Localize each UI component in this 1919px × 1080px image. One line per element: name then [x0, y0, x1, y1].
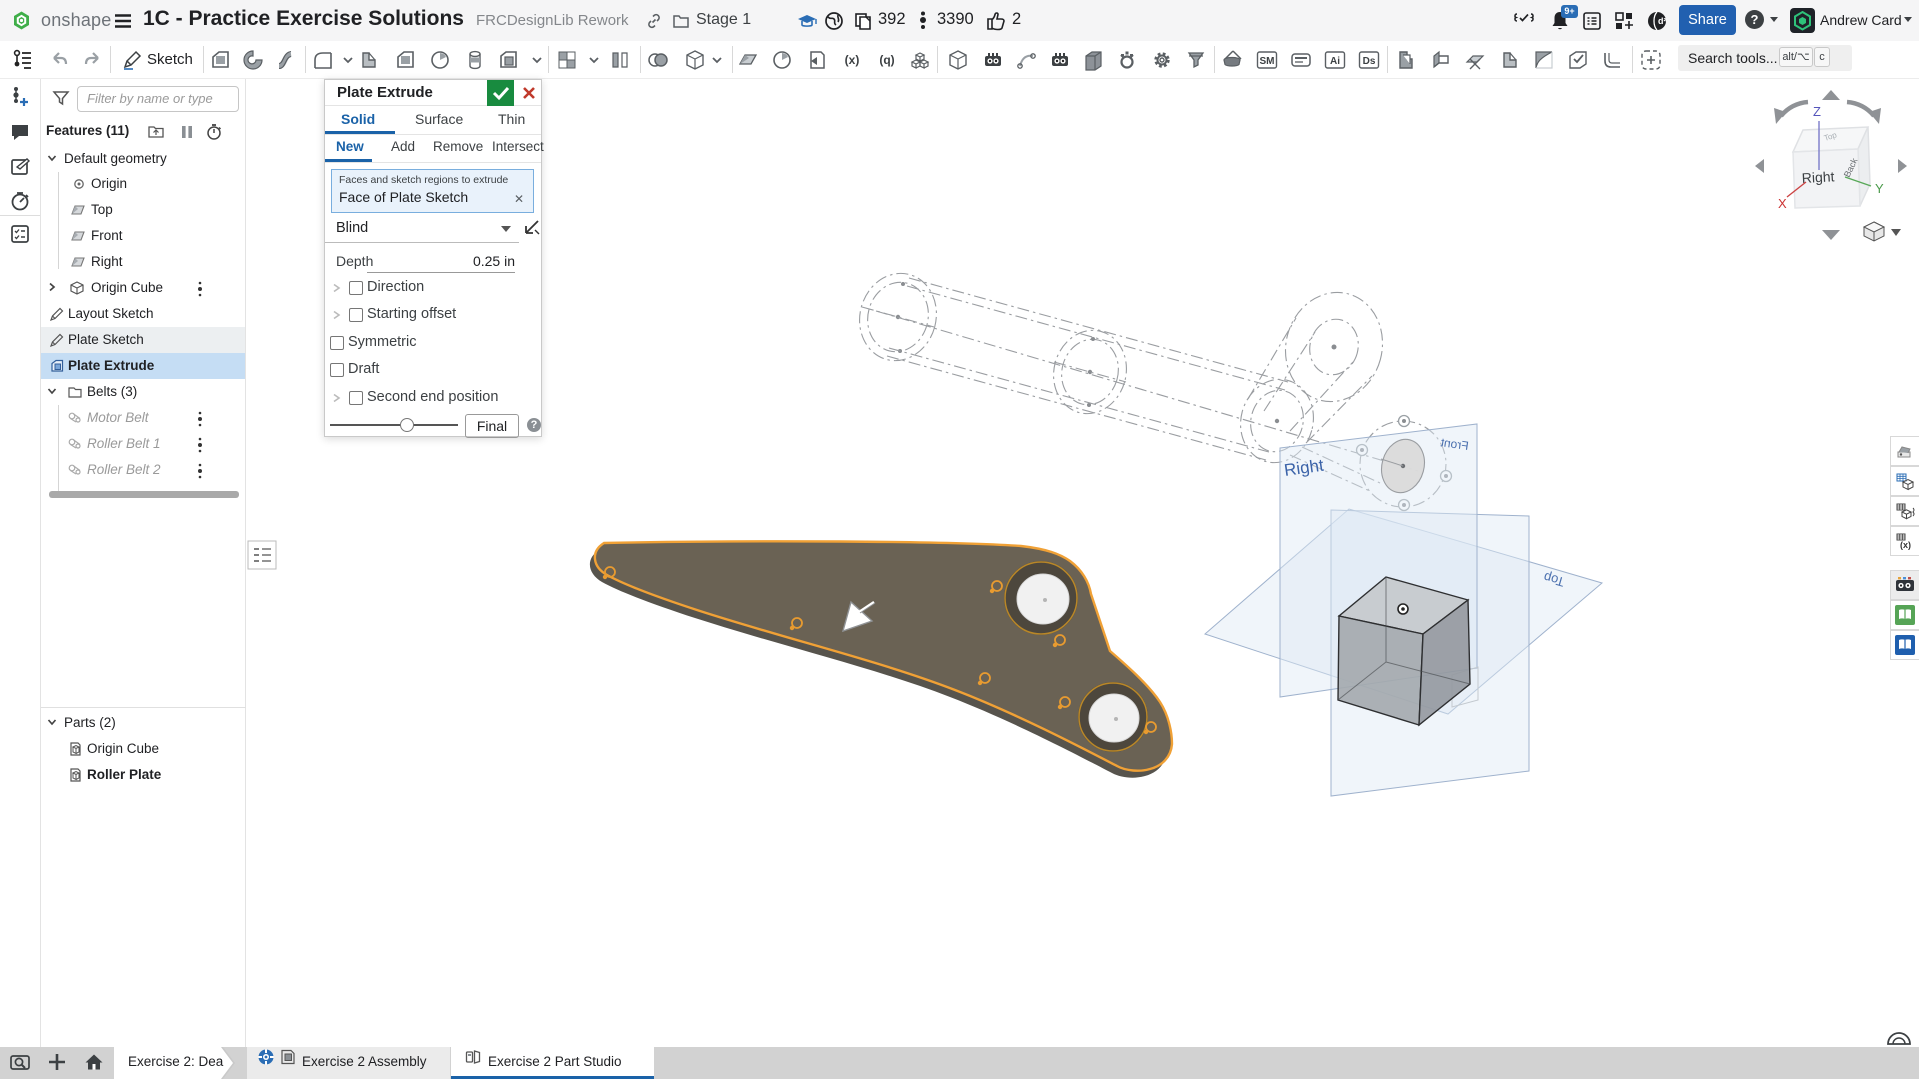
svg-text:(q): (q) — [879, 53, 894, 67]
svg-text:(x): (x) — [845, 53, 860, 67]
svg-text:SM: SM — [1260, 56, 1275, 67]
svg-text:Ai: Ai — [1330, 56, 1340, 67]
svg-text:Right: Right — [1801, 168, 1835, 186]
svg-text:Ds: Ds — [1363, 56, 1376, 67]
svg-text:Y: Y — [1875, 181, 1884, 196]
svg-text:X: X — [1778, 196, 1787, 211]
svg-text:d²: d² — [1658, 16, 1667, 26]
svg-text:Z: Z — [1813, 104, 1821, 119]
svg-text:(x): (x) — [1900, 540, 1911, 550]
